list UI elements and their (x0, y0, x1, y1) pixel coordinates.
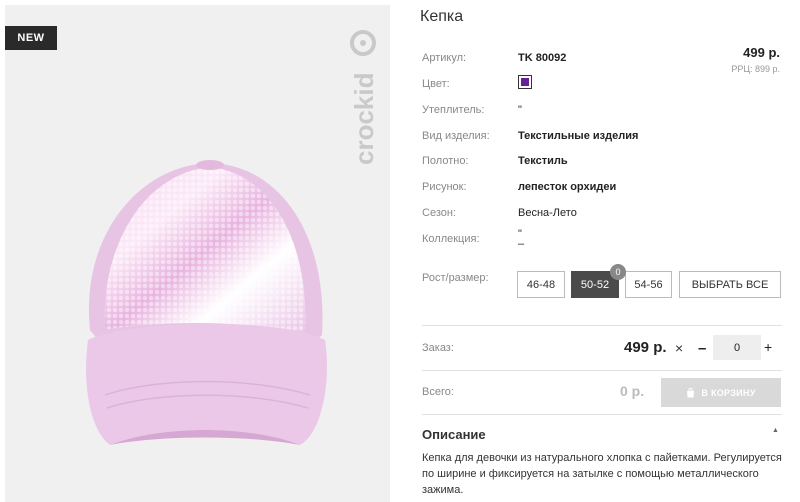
add-to-cart-button[interactable]: В КОРЗИНУ (661, 378, 781, 407)
divider (422, 414, 782, 415)
brand-logo: crockid (349, 30, 379, 166)
select-all-sizes-button[interactable]: ВЫБРАТЬ ВСЕ (679, 271, 781, 298)
decrease-quantity-button[interactable]: – (698, 340, 706, 357)
order-price: 499 р. (624, 339, 667, 356)
multiply-sign: × (675, 340, 684, 356)
add-to-cart-label: В КОРЗИНУ (701, 387, 756, 398)
total-label: Всего: (422, 386, 454, 398)
order-label: Заказ: (422, 342, 454, 354)
attr-value: " – (518, 228, 525, 250)
product-price: 499 р. (743, 45, 780, 60)
size-label: Рост/размер: (422, 272, 489, 284)
attr-label: Сезон: (422, 207, 456, 219)
attr-value: Весна-Лето (518, 207, 577, 219)
recommended-retail-price: РРЦ: 899 р. (731, 64, 780, 74)
attr-label: Цвет: (422, 78, 450, 90)
size-count-badge: 0 (610, 264, 626, 280)
product-title: Кепка (420, 8, 464, 25)
attr-value: " (518, 104, 522, 116)
attr-label: Вид изделия: (422, 130, 490, 142)
increase-quantity-button[interactable]: + (764, 339, 772, 355)
total-value: 0 р. (620, 383, 645, 399)
attr-label: Артикул: (422, 52, 467, 64)
description-title[interactable]: Описание (422, 427, 486, 442)
attr-value: Текстильные изделия (518, 130, 639, 142)
divider (422, 325, 782, 326)
attr-value: Текстиль (518, 155, 568, 167)
quantity-input[interactable] (713, 335, 761, 360)
collapse-arrow-icon[interactable]: ▲ (772, 427, 779, 434)
color-swatch-fill (521, 78, 529, 86)
size-option-54-56[interactable]: 54-56 (625, 271, 672, 298)
attr-label: Утеплитель: (422, 104, 485, 116)
attr-value: лепесток орхидеи (518, 181, 617, 193)
cap-photo (86, 160, 328, 445)
divider (422, 370, 782, 371)
bag-icon (687, 387, 695, 397)
attr-label: Коллекция: (422, 233, 480, 245)
attr-value: TK 80092 (518, 52, 567, 64)
new-badge: NEW (5, 26, 57, 50)
size-option-46-48[interactable]: 46-48 (517, 271, 565, 298)
attr-label: Рисунок: (422, 181, 467, 193)
product-photo[interactable]: NEW crockid (5, 5, 390, 502)
color-swatch[interactable] (518, 75, 532, 89)
attr-label: Полотно: (422, 155, 469, 167)
svg-text:crockid: crockid (349, 73, 379, 166)
description-text: Кепка для девочки из натурального хлопка… (422, 452, 782, 496)
